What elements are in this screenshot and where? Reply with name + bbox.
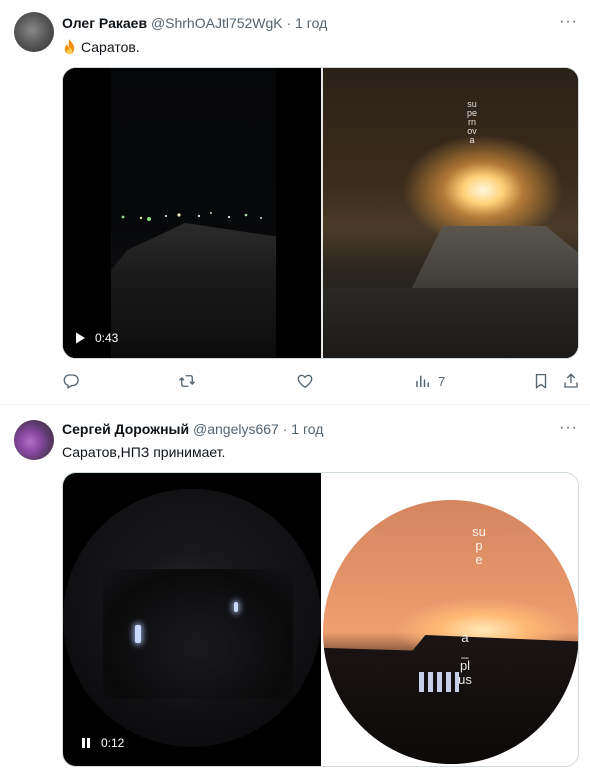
tweet[interactable]: Сергей Дорожный @angelys667 · 1 год ··· … [0, 404, 590, 776]
video-controls[interactable]: 0:12 [73, 732, 131, 754]
video-circle-right [323, 500, 578, 764]
like-button[interactable] [296, 372, 314, 390]
reply-icon [63, 374, 79, 389]
separator: · [286, 15, 292, 31]
tweet-text: Саратов. [62, 38, 140, 56]
bookmark-icon [535, 373, 547, 389]
video-frame-right [323, 68, 578, 358]
building-silhouette [323, 635, 578, 764]
video-frame-right [321, 473, 578, 766]
video-watermark: supe [472, 524, 486, 567]
tweet-header: Олег Ракаев @ShrhOAJtl752WgK · 1 год [62, 14, 327, 32]
video-player[interactable]: supernova 0:43 [62, 67, 579, 359]
more-options-button[interactable]: ··· [559, 14, 578, 30]
author-handle[interactable]: @angelys667 [193, 421, 279, 437]
rooftop-silhouette [111, 223, 276, 358]
video-circle-left [63, 489, 321, 747]
play-icon[interactable] [73, 331, 87, 345]
tree-silhouettes [103, 569, 293, 699]
tweet-text: Саратов,НПЗ принимает. [62, 444, 226, 460]
video-frame-left [63, 473, 321, 766]
views-button[interactable]: 7 [414, 372, 445, 390]
heart-icon [297, 374, 313, 389]
retweet-button[interactable] [178, 372, 196, 390]
video-watermark: supernova [467, 99, 478, 145]
tweet-header: Сергей Дорожный @angelys667 · 1 год [62, 420, 323, 438]
tweet[interactable]: Олег Ракаев @ShrhOAJtl752WgK · 1 год ···… [0, 0, 590, 404]
video-player[interactable]: supe a_plus 0:12 [62, 472, 579, 767]
video-duration: 0:12 [101, 736, 125, 750]
separator: · [282, 421, 288, 437]
share-icon [564, 373, 578, 388]
pause-icon[interactable] [79, 736, 93, 750]
reply-button[interactable] [62, 372, 80, 390]
video-frame-left [63, 68, 321, 358]
rooftop-silhouette [408, 226, 578, 296]
bookmark-button[interactable] [532, 372, 550, 390]
ground [323, 288, 578, 358]
author-name[interactable]: Сергей Дорожный [62, 421, 189, 437]
share-button[interactable] [562, 372, 580, 390]
more-options-button[interactable]: ··· [559, 420, 578, 436]
views-count: 7 [438, 373, 446, 389]
author-handle[interactable]: @ShrhOAJtl752WgK [151, 15, 283, 31]
avatar[interactable] [14, 12, 54, 52]
fire-emoji [64, 39, 75, 54]
views-icon [416, 375, 429, 387]
timestamp[interactable]: 1 год [295, 15, 327, 31]
timestamp[interactable]: 1 год [291, 421, 323, 437]
video-watermark: a_plus [458, 630, 472, 687]
video-duration: 0:43 [95, 331, 119, 345]
avatar[interactable] [14, 420, 54, 460]
lit-windows [419, 672, 459, 692]
video-controls[interactable]: 0:43 [73, 327, 118, 349]
retweet-icon [179, 375, 195, 387]
distant-lights [111, 208, 276, 222]
tweet-actions: 7 [62, 372, 582, 392]
tweet-text-content: Саратов. [81, 39, 140, 55]
author-name[interactable]: Олег Ракаев [62, 15, 147, 31]
